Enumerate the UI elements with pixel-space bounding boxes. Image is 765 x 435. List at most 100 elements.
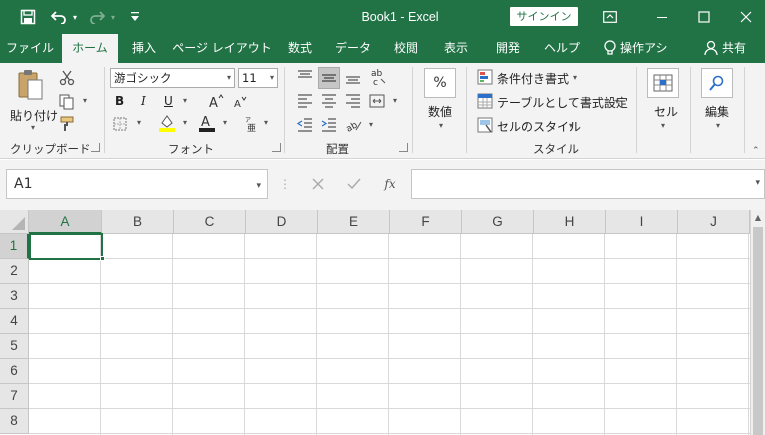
font-color-icon[interactable]: A [198,113,216,133]
bold-button[interactable]: B [115,94,124,108]
conditional-format-icon[interactable] [477,69,493,85]
share-person-icon[interactable] [704,40,718,56]
tab-file[interactable]: ファイル [4,34,56,63]
increase-indent-icon[interactable] [320,116,338,134]
formula-input[interactable]: ▾ [411,169,765,199]
editing-label[interactable]: 編集 [705,103,729,120]
cut-icon[interactable] [58,69,76,87]
tab-page-layout[interactable]: ページ レイアウト [172,34,272,63]
number-format-icon[interactable]: % [424,68,456,98]
cell-styles-icon[interactable] [477,117,493,133]
font-launcher-icon[interactable] [272,143,281,152]
close-icon[interactable] [732,0,760,34]
tab-help[interactable]: ヘルプ [538,34,586,63]
orientation-angle-icon[interactable]: ab [344,116,364,134]
column-header-b[interactable]: B [102,210,174,234]
save-icon[interactable] [16,0,40,34]
redo-dropdown-icon[interactable]: ▾ [108,0,118,34]
column-header-c[interactable]: C [174,210,246,234]
underline-button[interactable]: U [164,94,173,108]
format-as-table-label[interactable]: テーブルとして書式設定 [497,94,628,111]
minimize-icon[interactable] [648,0,676,34]
clipboard-launcher-icon[interactable] [91,143,100,152]
format-painter-icon[interactable] [58,115,76,133]
row-header-5[interactable]: 5 [0,334,29,359]
row-header-7[interactable]: 7 [0,384,29,409]
format-as-table-icon[interactable] [477,93,493,109]
row-header-4[interactable]: 4 [0,309,29,334]
column-header-d[interactable]: D [246,210,318,234]
tab-home[interactable]: ホーム [62,34,118,63]
row-header-8[interactable]: 8 [0,409,29,434]
cancel-formula-icon[interactable] [306,169,330,199]
row-header-1[interactable]: 1 [0,234,29,259]
tab-tell-me[interactable]: 操作アシ [620,34,684,63]
tab-share[interactable]: 共有 [722,34,762,63]
maximize-icon[interactable] [690,0,718,34]
paste-dropdown-icon[interactable]: ▾ [28,123,38,132]
orientation-icon[interactable]: ab c [368,66,388,88]
orientation-dropdown-icon[interactable]: ▾ [366,120,376,129]
align-left-icon[interactable] [296,92,314,110]
alignment-launcher-icon[interactable] [399,143,408,152]
paste-icon[interactable] [14,67,46,103]
cells-label[interactable]: セル [654,103,678,120]
scroll-up-icon[interactable]: ▲ [751,210,765,226]
cell-styles-dropdown-icon[interactable]: ▾ [566,121,576,130]
copy-icon[interactable] [58,93,76,111]
merge-center-icon[interactable] [368,92,386,110]
column-header-a[interactable]: A [29,210,102,234]
cells-dropdown-icon[interactable]: ▾ [658,121,668,130]
paste-label[interactable]: 貼り付け [10,107,58,124]
cell-area[interactable] [29,234,750,435]
underline-dropdown-icon[interactable]: ▾ [180,96,190,105]
fill-handle[interactable] [100,256,105,261]
tab-developer[interactable]: 開発 [488,34,528,63]
formula-bar-grip-icon[interactable]: ⋮ [279,169,291,199]
tab-insert[interactable]: 挿入 [124,34,164,63]
name-box[interactable]: A1 ▾ [6,169,268,199]
vertical-scrollbar[interactable]: ▲ [750,210,765,435]
column-header-e[interactable]: E [318,210,390,234]
undo-icon[interactable] [48,0,70,34]
scrollbar-thumb[interactable] [753,227,763,435]
align-middle-icon[interactable] [318,67,340,89]
decrease-font-icon[interactable]: A [232,94,248,110]
increase-font-icon[interactable]: A [207,92,225,110]
row-header-3[interactable]: 3 [0,284,29,309]
font-color-dropdown-icon[interactable]: ▾ [220,118,230,127]
customize-toolbar-icon[interactable] [128,0,142,34]
row-header-2[interactable]: 2 [0,259,29,284]
italic-button[interactable]: I [141,94,146,108]
tab-data[interactable]: データ [328,34,378,63]
merge-dropdown-icon[interactable]: ▾ [390,96,400,105]
conditional-dropdown-icon[interactable]: ▾ [570,73,580,82]
insert-function-icon[interactable]: fx [378,169,402,199]
conditional-format-label[interactable]: 条件付き書式 [497,70,569,87]
align-bottom-icon[interactable] [344,68,362,86]
fill-color-dropdown-icon[interactable]: ▾ [180,118,190,127]
font-size-select[interactable]: 11 ▾ [238,68,278,88]
active-cell-a1[interactable] [29,233,103,260]
undo-dropdown-icon[interactable]: ▾ [70,0,80,34]
borders-icon[interactable] [112,116,128,132]
column-header-g[interactable]: G [462,210,534,234]
tab-review[interactable]: 校閲 [386,34,426,63]
collapse-ribbon-icon[interactable]: ⌃ [752,146,764,158]
borders-dropdown-icon[interactable]: ▾ [134,118,144,127]
font-name-select[interactable]: 游ゴシック ▾ [110,68,235,88]
cells-icon[interactable] [647,68,679,98]
format-as-table-dropdown-icon[interactable]: ▾ [612,97,622,106]
phonetic-dropdown-icon[interactable]: ▾ [261,118,271,127]
decrease-indent-icon[interactable] [296,116,314,134]
column-header-j[interactable]: J [678,210,750,234]
editing-dropdown-icon[interactable]: ▾ [713,121,723,130]
phonetic-guide-icon[interactable]: ア亜 [243,115,259,133]
fill-color-icon[interactable] [158,113,176,133]
column-header-i[interactable]: I [606,210,678,234]
column-header-h[interactable]: H [534,210,606,234]
row-header-6[interactable]: 6 [0,359,29,384]
editing-icon[interactable] [701,68,733,98]
select-all-button[interactable] [0,210,29,234]
number-dropdown-icon[interactable]: ▾ [436,121,446,130]
